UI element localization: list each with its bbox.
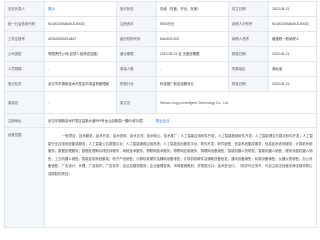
legal-rep-value: 周沙 xyxy=(44,1,117,17)
legal-rep-label: 法定代表人 xyxy=(4,1,45,17)
scope-text: 一般项目：技术服务、技术开发、技术咨询、技术交流、技术转让、技术推广；人工智能应… xyxy=(48,134,313,176)
authority-label: 登记机关 xyxy=(4,76,45,92)
term-value: 2013-05-21 至 无固定期限 xyxy=(156,46,229,62)
address-label: 注册地址 xyxy=(4,113,45,128)
insured-value: - xyxy=(156,61,229,77)
reg-capital-label: 注册资本 xyxy=(116,16,157,32)
info-row: 公司类型 有限责任公司(自然人投资或控股) 营业期限 2013-05-21 至 … xyxy=(4,46,317,62)
reg-number-value: 420100000214837 xyxy=(44,31,117,47)
approval-date-value: 2023-06-21 xyxy=(268,46,317,62)
address-value: 武汉东湖新技术开发区高新大道999号龙山创新园一期B1栋20层 xyxy=(48,118,143,123)
info-row: 法定代表人 周沙 登记状态 存续（在营、开业、在册） 成立日期 2013-05-… xyxy=(4,1,317,17)
english-name-value: Wuhan Lingyu Intelligent Technology Co.,… xyxy=(156,91,317,114)
scope-label: 经营范围 xyxy=(4,127,45,228)
org-code-label: 组织机构代码 xyxy=(116,31,157,47)
approval-date2-value: 2023-06-21 xyxy=(268,76,317,92)
org-code-value: MA4K2L9X3 xyxy=(156,31,229,47)
company-type-value: 有限责任公司(自然人投资或控股) xyxy=(44,46,117,62)
info-row: 经营范围 一般项目：技术服务、技术开发、技术咨询、技术交流、技术转让、技术推广；… xyxy=(4,127,317,228)
founded-label: 成立日期 xyxy=(228,1,269,17)
approval-date-label: 核准日期 xyxy=(228,46,269,62)
credit-code-value: 91420100MA4K2L9X3Q xyxy=(44,16,117,32)
term-label: 营业期限 xyxy=(116,46,157,62)
industry-label: 所属行业 xyxy=(116,76,157,92)
taxpayer-id-label: 纳税人识别号 xyxy=(228,16,269,32)
info-row: 统一社会信用代码 91420100MA4K2L9X3Q 注册资本 5000万元 … xyxy=(4,16,317,32)
taxpayer-id-value: 91420100MA4K2L9X3Q xyxy=(268,16,317,32)
legal-rep-link[interactable]: 周沙 xyxy=(48,7,55,11)
credit-code-label: 统一社会信用代码 xyxy=(4,16,45,32)
taxpayer-qual-label: 纳税人资质 xyxy=(228,31,269,47)
former-name-label: 曾用名 xyxy=(4,91,45,114)
scope-value: 一般项目：技术服务、技术开发、技术咨询、技术交流、技术转让、技术推广；人工智能应… xyxy=(44,127,317,228)
info-row: 人员规模 - 参保人数 - 所属地区 湖北省 xyxy=(4,61,317,77)
business-info-table: 法定代表人 周沙 登记状态 存续（在营、开业、在册） 成立日期 2013-05-… xyxy=(4,1,317,228)
reg-capital-value: 5000万元 xyxy=(156,16,229,32)
status-value: 存续（在营、开业、在册） xyxy=(156,1,229,17)
info-row: 注册地址 武汉东湖新技术开发区高新大道999号龙山创新园一期B1栋20层 附近企… xyxy=(4,113,317,128)
reg-number-label: 工商注册号 xyxy=(4,31,45,47)
info-row: 登记机关 武汉市东湖新技术开发区市场监督管理局 所属行业 科技推广和应用服务业 … xyxy=(4,76,317,92)
nearby-companies-link[interactable]: 附近企业 xyxy=(156,119,170,123)
founded-value: 2013-05-21 xyxy=(268,1,317,17)
info-row: 工商注册号 420100000214837 组织机构代码 MA4K2L9X3 纳… xyxy=(4,31,317,47)
company-type-label: 公司类型 xyxy=(4,46,45,62)
address-cell: 武汉东湖新技术开发区高新大道999号龙山创新园一期B1栋20层 附近企业 xyxy=(44,113,317,128)
approval-date2-label: 核准日期 xyxy=(228,76,269,92)
status-label: 登记状态 xyxy=(116,1,157,17)
authority-value: 武汉市东湖新技术开发区市场监督管理局 xyxy=(44,76,117,92)
region-label: 所属地区 xyxy=(228,61,269,77)
staff-size-label: 人员规模 xyxy=(4,61,45,77)
taxpayer-qual-value: 增值税一般纳税人 xyxy=(268,31,317,47)
industry-value: 科技推广和应用服务业 xyxy=(156,76,229,92)
english-name-label: 英文名 xyxy=(116,91,157,114)
staff-size-value: - xyxy=(44,61,117,77)
former-name-value: - xyxy=(44,91,117,114)
insured-label: 参保人数 xyxy=(116,61,157,77)
region-value: 湖北省 xyxy=(268,61,317,77)
info-row: 曾用名 - 英文名 Wuhan Lingyu Intelligent Techn… xyxy=(4,91,317,114)
